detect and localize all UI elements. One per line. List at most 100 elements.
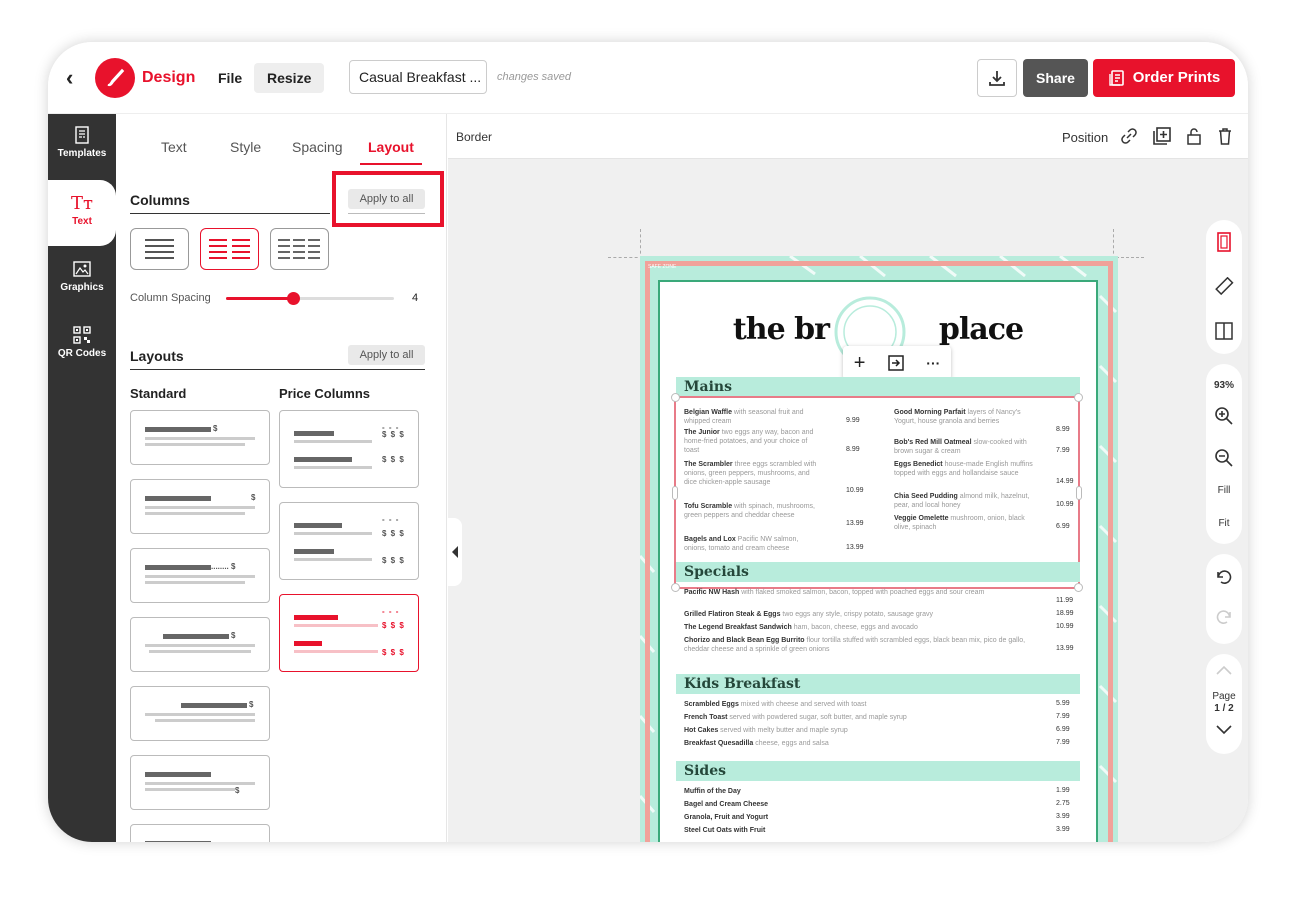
rail-item-text[interactable]: Tт Text (48, 180, 116, 246)
duplicate-icon[interactable] (1153, 127, 1171, 145)
graphics-icon (73, 261, 91, 277)
split-view-icon[interactable] (1215, 322, 1233, 340)
layout-standard-5[interactable]: $ (130, 686, 270, 741)
order-prints-button[interactable]: Order Prints (1093, 59, 1235, 97)
layout-standard-3[interactable]: ........ $ (130, 548, 270, 603)
menu-item-name: Chorizo and Black Bean Egg Burrito (684, 637, 805, 644)
two-column-option[interactable] (200, 228, 259, 270)
resize-handle[interactable] (672, 486, 678, 500)
highlight-box (332, 171, 444, 227)
trash-icon[interactable] (1216, 127, 1234, 145)
layout-bar (294, 523, 342, 528)
rail-label-qr-codes: QR Codes (57, 348, 107, 359)
three-column-icon (278, 239, 320, 259)
layout-dollar: $ $ $ (382, 430, 405, 439)
position-button[interactable]: Position (1062, 130, 1108, 145)
section-mains: Mains (676, 377, 1080, 397)
layout-standard-7[interactable] (130, 824, 270, 842)
page-up-icon[interactable] (1216, 664, 1232, 676)
insert-icon[interactable] (887, 354, 905, 372)
layout-dollar: $ $ $ (382, 529, 405, 538)
ruler-icon[interactable] (1214, 277, 1234, 297)
rail-item-graphics[interactable]: Graphics (48, 260, 116, 293)
price-columns-label: Price Columns (279, 386, 371, 401)
section-title: Kids Breakfast (684, 676, 801, 692)
fit-button[interactable]: Fit (1206, 518, 1242, 529)
add-icon[interactable]: + (854, 352, 866, 375)
collapse-panel-button[interactable] (448, 518, 462, 586)
menu-title[interactable]: the br place (660, 312, 1096, 347)
safe-zone-label: SAFE ZONE (648, 264, 677, 270)
menu-item-name: The Legend Breakfast Sandwich (684, 624, 792, 631)
resize-handle[interactable] (1074, 583, 1083, 592)
layout-price-columns-2[interactable]: - - - $ $ $ $ $ $ (279, 502, 419, 580)
slider-knob[interactable] (287, 292, 301, 305)
resize-handle[interactable] (671, 393, 680, 402)
more-icon[interactable]: ··· (926, 355, 940, 371)
layout-standard-1[interactable]: $ (130, 410, 270, 465)
layout-dollar: $ (213, 424, 219, 433)
unlock-icon[interactable] (1185, 127, 1203, 145)
page-icon[interactable] (1215, 232, 1233, 252)
fill-button[interactable]: Fill (1206, 485, 1242, 496)
link-icon[interactable] (1120, 127, 1138, 145)
rail-label-graphics: Graphics (60, 282, 104, 293)
brush-logo-icon (95, 58, 135, 98)
guide-line (640, 229, 641, 259)
layout-dollar: $ (231, 631, 237, 640)
layout-price-columns-3[interactable]: - - - $ $ $ $ $ $ (279, 594, 419, 672)
layout-standard-2[interactable]: $ (130, 479, 270, 534)
layout-dollar: $ (249, 700, 255, 709)
file-menu[interactable]: File (218, 70, 242, 86)
layout-dollar: $ $ $ (382, 621, 405, 630)
layout-panel: Text Style Spacing Layout Columns Apply … (116, 114, 447, 842)
layout-price-columns-1[interactable]: - - - $ $ $ $ $ $ (279, 410, 419, 488)
selection-box (671, 393, 1083, 592)
rail-item-qr-codes[interactable]: QR Codes (48, 326, 116, 359)
three-column-option[interactable] (270, 228, 329, 270)
document-title-input[interactable]: Casual Breakfast ... (349, 60, 487, 94)
tab-text[interactable]: Text (161, 139, 187, 155)
download-button[interactable] (977, 59, 1017, 97)
zoom-out-icon[interactable] (1214, 448, 1234, 468)
layout-line (145, 713, 255, 716)
column-spacing-slider[interactable] (226, 292, 394, 305)
layout-standard-4[interactable]: $ (130, 617, 270, 672)
rail-item-templates[interactable]: Templates (48, 126, 116, 159)
design-canvas[interactable]: Border Position SAFE ZONE the br place +… (448, 114, 1248, 842)
one-column-option[interactable] (130, 228, 189, 270)
border-button[interactable]: Border (456, 130, 492, 144)
back-icon[interactable]: ‹ (66, 67, 73, 89)
tab-style[interactable]: Style (230, 139, 261, 155)
layout-line (294, 440, 372, 443)
menu-item: The Legend Breakfast Sandwich ham, bacon… (684, 623, 1029, 632)
tab-layout[interactable]: Layout (360, 139, 422, 165)
menu-page[interactable]: SAFE ZONE the br place + ··· Mains Belgia… (640, 256, 1118, 842)
resize-handle[interactable] (671, 583, 680, 592)
canvas-toolbar: Border Position (448, 114, 1248, 159)
undo-icon[interactable] (1215, 568, 1233, 586)
page-indicator: 1 / 2 (1214, 703, 1234, 714)
resize-handle[interactable] (1074, 393, 1083, 402)
resize-handle[interactable] (1076, 486, 1082, 500)
layout-dollar: $ (235, 786, 241, 795)
rail-label-templates: Templates (57, 148, 107, 159)
share-button[interactable]: Share (1023, 59, 1088, 97)
layouts-apply-to-all-button[interactable]: Apply to all (348, 345, 425, 365)
redo-icon[interactable] (1215, 608, 1233, 626)
layout-line (145, 644, 255, 647)
layout-dash: - - - (382, 515, 400, 524)
tab-spacing[interactable]: Spacing (292, 139, 343, 155)
caret-left-icon (452, 546, 458, 558)
zoom-in-icon[interactable] (1214, 406, 1234, 426)
layout-line (145, 581, 245, 584)
resize-button[interactable]: Resize (254, 63, 325, 93)
layout-bar (145, 496, 211, 501)
layout-standard-6[interactable]: $ (130, 755, 270, 810)
menu-item-name: Steel Cut Oats with Fruit (684, 827, 766, 834)
menu-item: Steel Cut Oats with Fruit (684, 826, 1029, 835)
page-down-icon[interactable] (1216, 724, 1232, 736)
templates-icon (75, 126, 89, 144)
menu-item: Bagel and Cream Cheese (684, 800, 1029, 809)
layout-bar (294, 641, 322, 646)
